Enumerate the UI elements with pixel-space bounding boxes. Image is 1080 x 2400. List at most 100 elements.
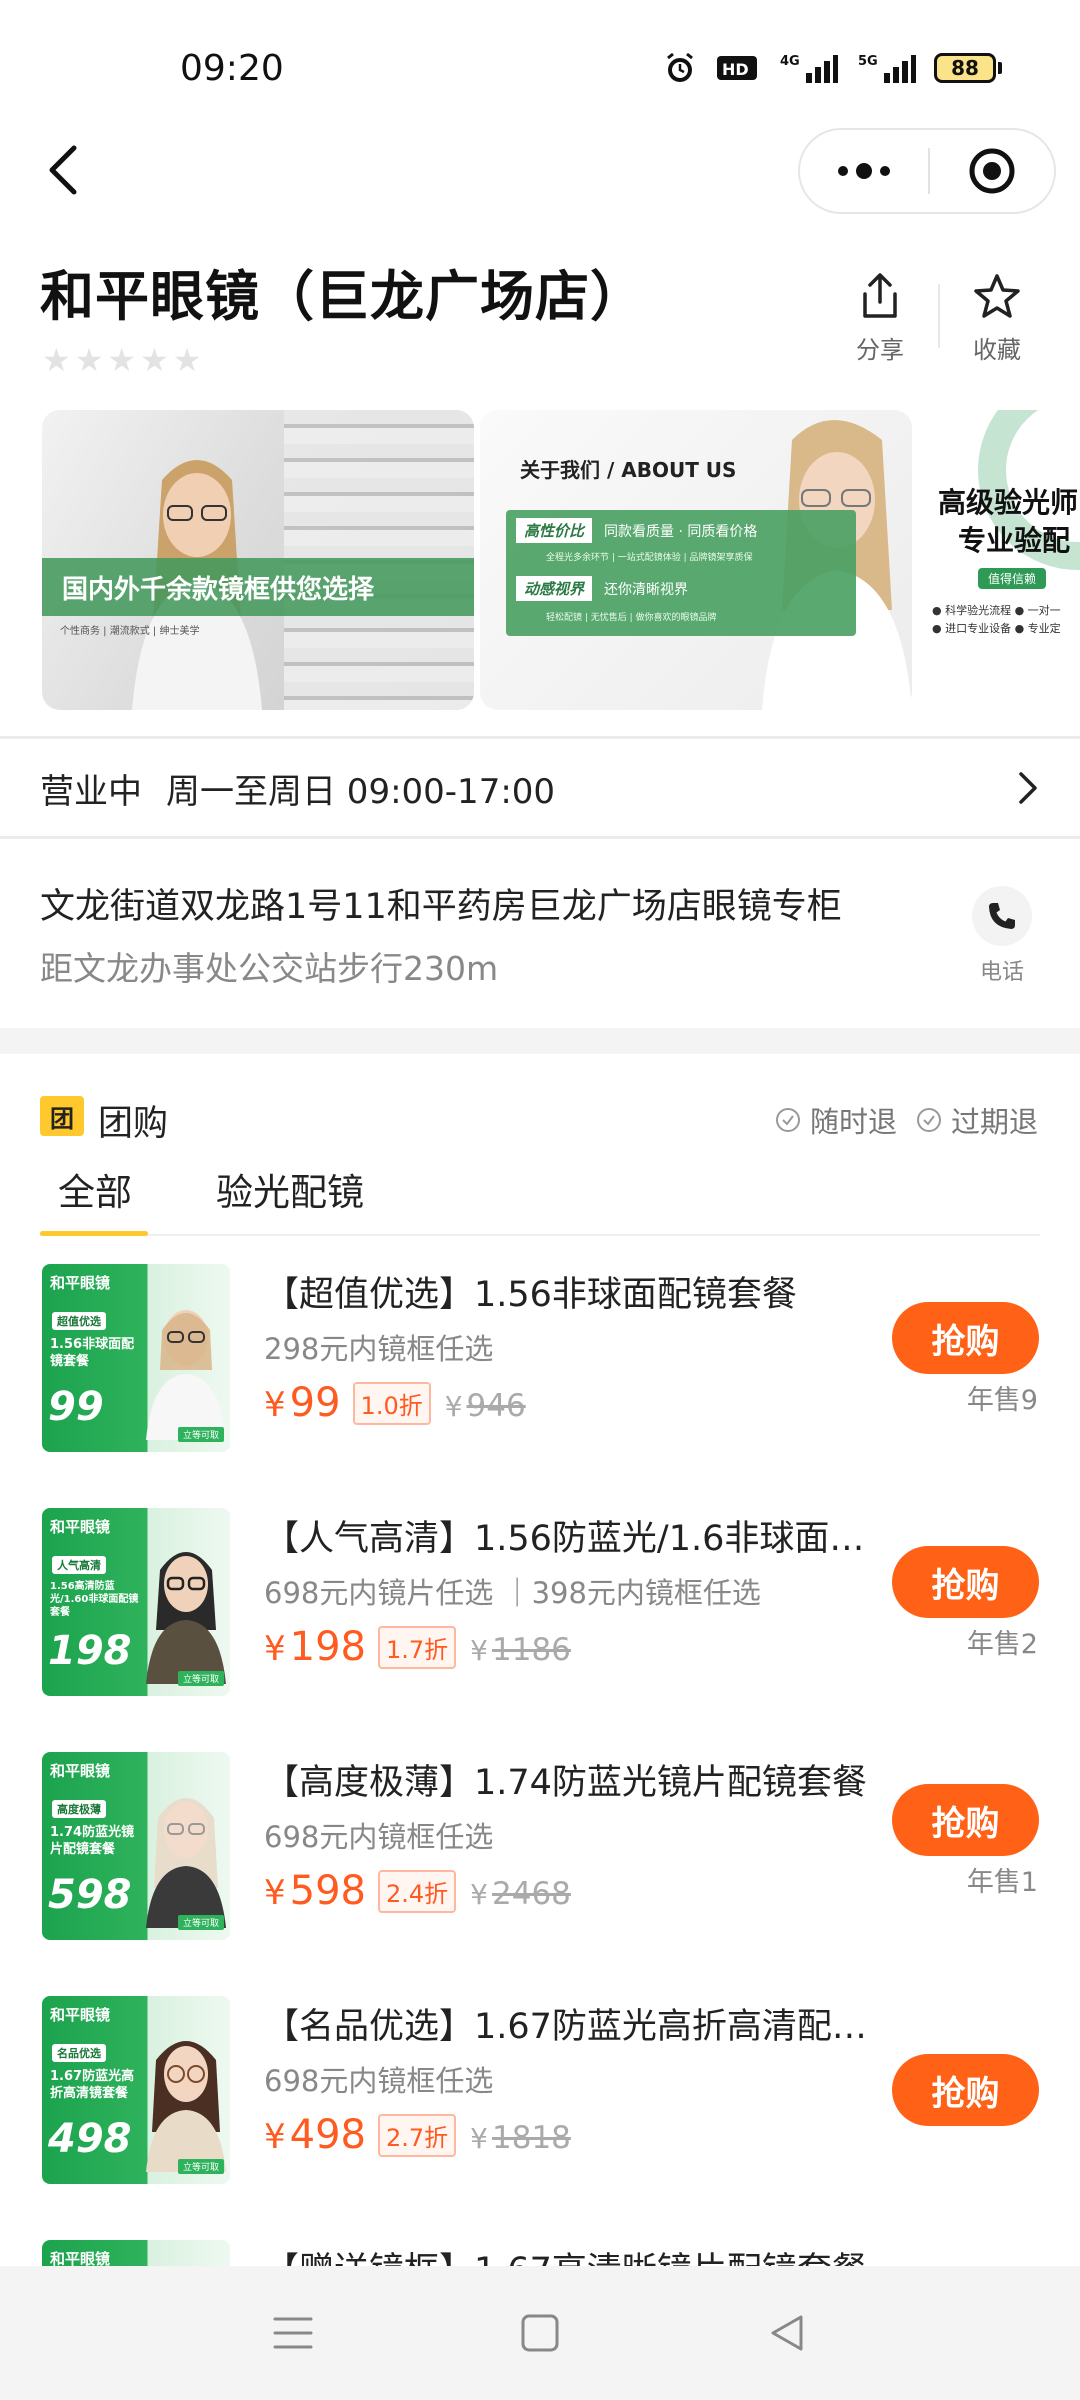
deal-thumbnail: 和平眼镜 超值优选 1.56非球面配镜套餐 99 立等可取 — [42, 1264, 230, 1452]
close-mini-program-button[interactable] — [930, 130, 1054, 212]
home-button[interactable] — [500, 2303, 580, 2363]
back-button[interactable] — [40, 140, 90, 200]
phone-button[interactable]: 电话 — [962, 886, 1042, 986]
star-icon: ★ — [172, 341, 202, 379]
deal-item[interactable]: 和平眼镜 人气高清 1.56高清防蓝光/1.60非球面配镜套餐 198 立等可取… — [0, 1508, 1080, 1704]
svg-text:5G: 5G — [858, 54, 878, 69]
deal-title: 【人气高清】1.56防蓝光/1.6非球面配… — [264, 1519, 882, 1559]
signal-4g-icon: 4G — [780, 54, 838, 83]
about-text-1: 同款看质量 · 同质看价格 — [604, 523, 758, 540]
deal-title: 【高度极薄】1.74防蓝光镜片配镜套餐 — [264, 1763, 867, 1803]
deal-price: 99 — [289, 1380, 341, 1426]
original-price: 946 — [466, 1388, 526, 1424]
deal-item[interactable]: 和平眼镜 超值优选 1.56非球面配镜套餐 99 立等可取 【超值优选】1.56… — [0, 1264, 1080, 1460]
about-tag-1: 高性价比 — [516, 518, 593, 543]
about-tag-2: 动感视界 — [516, 576, 593, 601]
tab-all[interactable]: 全部 — [58, 1162, 132, 1216]
deal-title: 【超值优选】1.56非球面配镜套餐 — [264, 1275, 797, 1315]
banner-about-us[interactable]: 关于我们 / ABOUT US 高性价比 同款看质量 · 同质看价格 全程光多余… — [480, 410, 912, 710]
signal-5g-icon: 5G — [858, 54, 916, 83]
refund-expired: 过期退 — [950, 1105, 1038, 1139]
buy-button[interactable]: 抢购 — [892, 2054, 1039, 2126]
deal-title: 【赠送镜框】1.67高清晰镜片配镜套餐 — [264, 2242, 882, 2266]
deal-price: 498 — [289, 2112, 366, 2158]
star-outline-icon — [974, 274, 1020, 318]
banner-frames[interactable]: 国内外千余款镜框供您选择 个性商务 | 潮流款式 | 绅士美学 — [42, 410, 474, 710]
tab-optometry[interactable]: 验光配镜 — [216, 1162, 364, 1216]
svg-text:HD: HD — [722, 60, 749, 79]
deal-thumbnail: 和平眼镜 人气高清 1.56高清防蓝光/1.60非球面配镜套餐 198 立等可取 — [42, 1508, 230, 1696]
discount-badge: 2.7折 — [378, 2113, 457, 2157]
mini-program-capsule — [798, 128, 1056, 214]
buy-button[interactable]: 抢购 — [892, 1546, 1039, 1618]
deal-price-row: ¥ 198 1.7折 ¥ 1186 — [264, 1624, 571, 1670]
buy-button[interactable]: 抢购 — [892, 1302, 1039, 1374]
menu-button[interactable] — [253, 2303, 333, 2363]
optometrist-pill: 值得信赖 — [978, 568, 1047, 589]
battery-icon: 88 — [934, 53, 1002, 83]
phone-icon — [989, 903, 1015, 929]
chevron-right-icon — [1019, 772, 1037, 804]
deal-item[interactable]: 和平眼镜 高度极薄 1.74防蓝光镜片配镜套餐 598 立等可取 【高度极薄】1… — [0, 1752, 1080, 1948]
share-button[interactable]: 分享 — [840, 272, 920, 365]
about-small-2: 轻松配镜 | 无忧售后 | 做你喜欢的眼镜品牌 — [546, 613, 717, 623]
buy-button[interactable]: 抢购 — [892, 1784, 1039, 1856]
status-bar: 09:20 HD 4G 5G 88 — [0, 0, 1080, 130]
group-buy-guarantees: 随时退 过期退 — [774, 1099, 1038, 1141]
deal-thumbnail: 和平眼镜 高度极薄 1.74防蓝光镜片配镜套餐 598 立等可取 — [42, 1752, 230, 1940]
deal-price-row: ¥ 99 1.0折 ¥ 946 — [264, 1380, 526, 1426]
original-price: 2468 — [492, 1876, 571, 1912]
deal-price: 198 — [289, 1624, 366, 1670]
banner-optometrist[interactable]: 高级验光师 专业验配 值得信赖 ● 科学验光流程 ● 一对一 ● 进口专业设备 … — [918, 410, 1080, 710]
deal-item[interactable]: 和平眼镜 名品优选 1.67防蓝光高折高清镜套餐 498 立等可取 【名品优选】… — [0, 1996, 1080, 2192]
store-title: 和平眼镜（巨龙广场店） — [40, 265, 645, 328]
check-circle-icon — [916, 1108, 941, 1132]
deal-thumbnail: 和平眼镜 — [42, 2240, 230, 2266]
status-time: 09:20 — [180, 48, 284, 89]
deal-price-row: ¥ 498 2.7折 ¥ 1818 — [264, 2112, 571, 2158]
model-image — [146, 1798, 226, 1928]
annual-sales: 年售9 — [966, 1385, 1038, 1416]
model-image — [146, 1310, 226, 1440]
target-circle-icon — [969, 148, 1015, 194]
hours-text: 周一至周日 09:00-17:00 — [166, 771, 556, 812]
star-icon: ★ — [140, 341, 169, 379]
status-icons: HD 4G 5G 88 — [662, 50, 1002, 86]
deal-subtitle: 698元内镜框任选 — [264, 2064, 494, 2098]
open-status: 营业中 — [40, 771, 142, 812]
deal-price: 598 — [289, 1868, 366, 1914]
system-nav-bar — [0, 2266, 1080, 2400]
original-price: 1186 — [492, 1632, 571, 1668]
deal-price-row: ¥ 598 2.4折 ¥ 2468 — [264, 1868, 571, 1914]
original-price: 1818 — [492, 2120, 571, 2156]
annual-sales: 年售1 — [966, 1867, 1038, 1898]
menu-icon — [273, 2317, 313, 2349]
discount-badge: 1.7折 — [378, 1625, 457, 1669]
deal-title: 【名品优选】1.67防蓝光高折高清配… — [264, 2007, 867, 2047]
deal-subtitle: 698元内镜片任选 ｜398元内镜框任选 — [264, 1576, 761, 1610]
back-nav-button[interactable] — [747, 2303, 827, 2363]
star-icon: ★ — [42, 341, 71, 379]
about-small-1: 全程光多余环节 | 一站式配镜体验 | 品牌镜架享质保 — [546, 553, 753, 563]
model-image — [146, 1552, 226, 1684]
more-dots-icon — [838, 166, 848, 176]
discount-badge: 2.4折 — [378, 1869, 457, 1913]
refund-anytime: 随时退 — [809, 1105, 897, 1139]
battery-level: 88 — [934, 53, 996, 83]
share-icon — [863, 273, 897, 318]
favorite-button[interactable]: 收藏 — [957, 272, 1037, 365]
optometrist-list: ● 科学验光流程 ● 一对一 ● 进口专业设备 ● 专业定 — [932, 604, 1061, 635]
store-address: 文龙街道双龙路1号11和平药房巨龙广场店眼镜专柜 — [40, 887, 842, 927]
business-hours-row[interactable]: 营业中 周一至周日 09:00-17:00 — [0, 740, 1080, 836]
star-icon: ★ — [74, 341, 104, 379]
deal-subtitle: 698元内镜框任选 — [264, 1820, 494, 1854]
discount-badge: 1.0折 — [352, 1381, 431, 1425]
hd-icon: HD — [717, 56, 757, 80]
about-us-title: 关于我们 / ABOUT US — [520, 458, 737, 482]
more-button[interactable] — [800, 130, 928, 212]
banner-carousel[interactable]: 国内外千余款镜框供您选择 个性商务 | 潮流款式 | 绅士美学 关于我们 / A… — [42, 410, 1080, 710]
deal-item[interactable]: 和平眼镜 【赠送镜框】1.67高清晰镜片配镜套餐 — [0, 2240, 1080, 2266]
home-square-icon — [521, 2314, 559, 2352]
group-buy-title: 团购 — [98, 1104, 169, 1144]
deal-tabs: 全部 验光配镜 — [40, 1162, 1040, 1236]
